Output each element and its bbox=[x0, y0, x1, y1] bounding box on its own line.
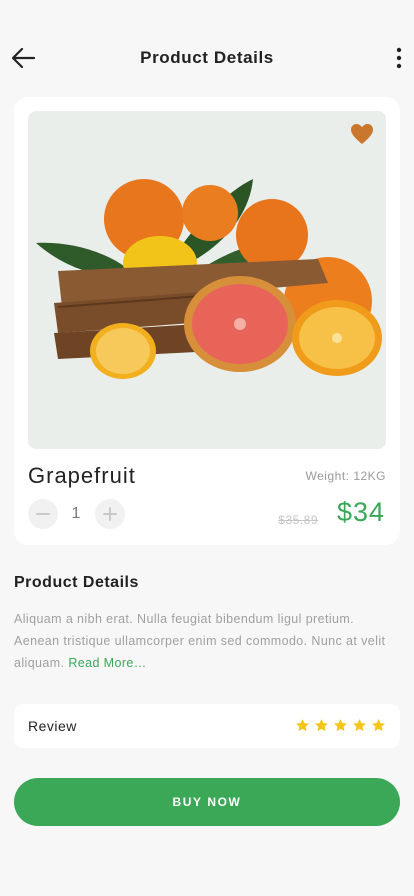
star-icon bbox=[315, 718, 328, 732]
quantity-value: 1 bbox=[71, 505, 81, 522]
product-image bbox=[28, 111, 386, 449]
plus-icon bbox=[103, 507, 117, 521]
original-price: $35.89 bbox=[278, 513, 318, 527]
star-rating bbox=[295, 718, 386, 734]
product-card: Grapefruit Weight: 12KG 1 $35.89 $34 bbox=[14, 97, 400, 545]
heart-icon bbox=[351, 124, 373, 144]
minus-icon bbox=[36, 513, 50, 515]
quantity-increase-button[interactable] bbox=[95, 499, 125, 529]
product-weight: Weight: 12KG bbox=[305, 469, 386, 483]
citrus-fruit-crate-image bbox=[36, 179, 382, 379]
product-name: Grapefruit bbox=[28, 463, 136, 488]
current-price: $34 bbox=[336, 497, 385, 527]
more-options-button[interactable] bbox=[394, 46, 404, 70]
quantity-decrease-button[interactable] bbox=[28, 499, 58, 529]
read-more-link[interactable]: Read More… bbox=[68, 656, 146, 670]
page-title: Product Details bbox=[140, 48, 274, 67]
details-description: Aliquam a nibh erat. Nulla feugiat biben… bbox=[14, 608, 400, 674]
buy-now-button[interactable]: BUY NOW bbox=[14, 778, 400, 826]
app-header: Product Details bbox=[0, 38, 414, 78]
favorite-button[interactable] bbox=[350, 123, 374, 145]
review-row[interactable]: Review bbox=[14, 704, 400, 748]
more-vertical-icon bbox=[396, 47, 402, 69]
star-icon bbox=[372, 718, 385, 732]
details-heading: Product Details bbox=[14, 574, 139, 591]
star-icon bbox=[353, 718, 366, 732]
review-label: Review bbox=[28, 718, 77, 734]
star-icon bbox=[296, 718, 309, 732]
star-icon bbox=[334, 718, 347, 732]
